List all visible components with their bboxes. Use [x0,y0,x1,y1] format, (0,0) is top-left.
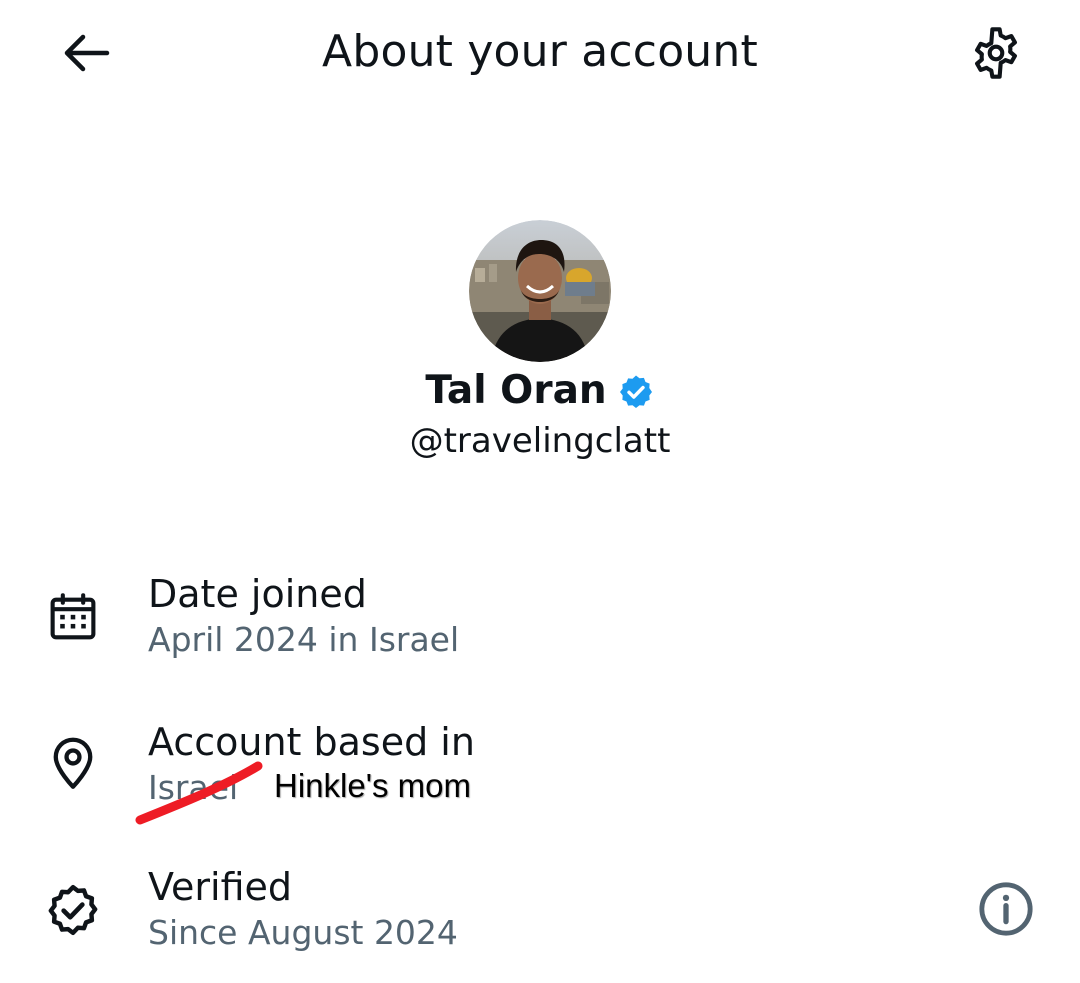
verified-label: Verified [148,865,293,909]
date-joined-row: Date joined April 2024 in Israel [0,566,1080,676]
location-pin-icon [42,732,104,794]
top-bar: About your account [0,0,1080,110]
calendar-icon [42,586,104,648]
page-title: About your account [322,26,758,77]
verified-info-button[interactable] [972,875,1040,943]
info-icon [979,882,1033,936]
profile-summary: Tal Oran @travelingclatt [0,220,1080,464]
avatar[interactable] [469,220,611,362]
verified-check-icon [42,879,104,941]
display-name: Tal Oran [425,368,607,413]
verified-value: Since August 2024 [148,913,458,952]
back-button[interactable] [46,20,126,86]
annotation-text: Hinkle's mom [274,767,472,804]
red-strikethrough-mark [135,761,263,825]
verified-row: Verified Since August 2024 [0,861,1080,971]
arrow-left-icon [64,34,110,72]
username-handle: @travelingclatt [409,421,671,461]
date-joined-value: April 2024 in Israel [148,620,460,659]
date-joined-label: Date joined [148,572,367,616]
gear-icon [974,27,1018,79]
name-row: Tal Oran [0,364,1080,418]
settings-button[interactable] [956,18,1036,88]
verified-badge-icon [619,375,652,408]
